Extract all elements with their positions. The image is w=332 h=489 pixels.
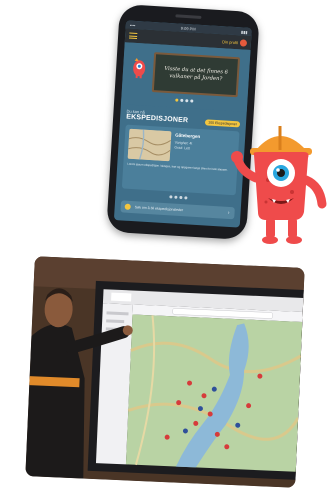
profile-label: Din profil: [222, 38, 239, 45]
hero-banner: Visste du at det finnes 6 vulkaner på Jo…: [120, 42, 251, 112]
status-time: 9:09 PM: [180, 25, 196, 32]
map-thumbnail: [127, 128, 172, 162]
card-title: Gåtebergen: [175, 132, 201, 140]
photo-illustration: [25, 256, 305, 488]
chalkboard-fact: Visste du at det finnes 6 vulkaner på Jo…: [151, 52, 241, 98]
mascot-monster: [231, 126, 327, 244]
hamburger-menu-icon[interactable]: [128, 32, 138, 40]
card-meta-level: Grad: Lett: [174, 145, 191, 151]
card-meta: Varighet: 4t Grad: Lett: [174, 141, 192, 152]
carousel-dots[interactable]: [175, 98, 194, 103]
profile-link[interactable]: Din profil: [222, 38, 248, 47]
carrier-indicator: ••••: [129, 22, 136, 28]
phone-speaker: [175, 14, 202, 19]
battery-indicator: ▮▮▮: [240, 28, 248, 35]
chalkboard-text: Visste du at det finnes 6 vulkaner på Jo…: [164, 65, 229, 83]
avatar: [239, 38, 248, 47]
info-icon: [124, 203, 131, 210]
apply-leader-button[interactable]: Søk om å bli ekspedisjonsleder ›: [120, 200, 235, 220]
card-description: Lorem ipsum ekspedisjon i skogen, kart o…: [127, 161, 229, 172]
monster-icon: [133, 58, 146, 79]
apply-leader-label: Søk om å bli ekspedisjonsleder: [134, 205, 184, 213]
expedition-card[interactable]: Gåtebergen Varighet: 4t Grad: Lett Lorem…: [121, 124, 240, 196]
photo-person-at-interactive-map: [25, 256, 305, 488]
